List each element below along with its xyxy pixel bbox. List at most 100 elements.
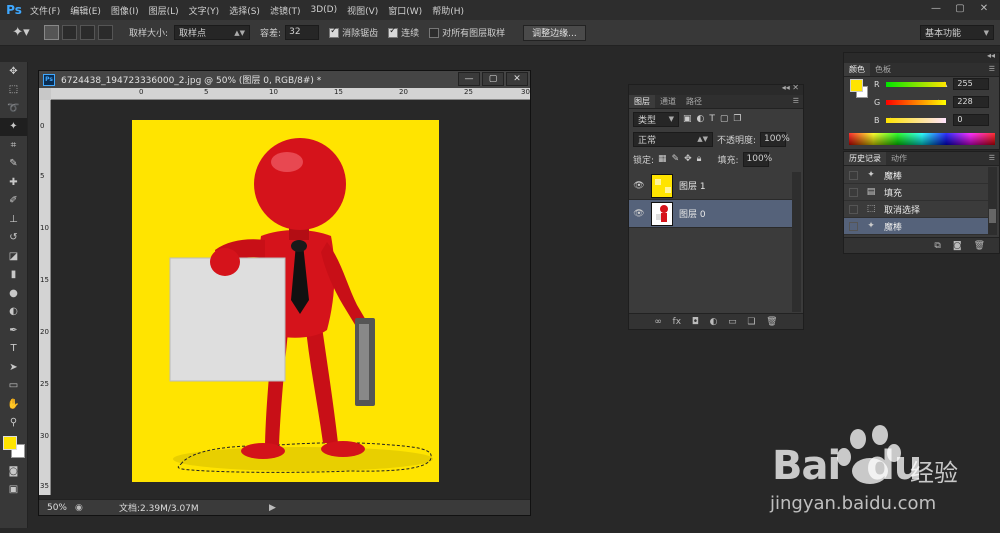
visibility-eye-icon[interactable]: 👁︎ [629,209,649,219]
document-title-bar[interactable]: Ps 6724438_194723336000_2.jpg @ 50% (图层 … [39,71,530,88]
status-options-icon[interactable]: ◉ [75,503,89,513]
rectangle-tool-icon[interactable]: ▭ [0,377,27,396]
menu-3d[interactable]: 3D(D) [305,5,342,15]
magic-wand-tool-icon[interactable]: ✦ [0,117,27,136]
filter-shape-icon[interactable]: ▢ [720,114,729,124]
zoom-tool-icon[interactable]: ⚲ [0,414,27,433]
healing-brush-tool-icon[interactable]: ✚ [0,173,27,192]
collapse-icon[interactable]: ◂◂ [987,51,995,60]
eyedropper-tool-icon[interactable]: ✎ [0,155,27,174]
new-group-icon[interactable]: ▭ [728,317,737,327]
menu-layer[interactable]: 图层(L) [144,4,184,17]
minimize-button[interactable]: — [924,0,948,18]
type-tool-icon[interactable]: T [0,340,27,359]
layer-row-layer-1[interactable]: 👁︎ 图层 1 [629,172,792,200]
new-snapshot-icon[interactable]: ◙ [953,241,962,251]
doc-minimize-button[interactable]: — [458,72,480,86]
horizontal-ruler[interactable]: 0 5 10 15 20 25 30 [51,88,530,100]
tab-swatches[interactable]: 色板 [870,63,896,76]
filter-smart-object-icon[interactable]: ❐ [733,114,741,124]
layer-style-icon[interactable]: fx [673,317,682,327]
lock-all-icon[interactable]: 🔒︎ [697,154,702,164]
fill-input[interactable]: 100% [742,151,772,167]
brush-tool-icon[interactable]: ✐ [0,192,27,211]
lock-pixels-icon[interactable]: ✎ [672,154,680,164]
green-value-input[interactable]: 228 [953,96,990,108]
foreground-color-swatch[interactable] [3,436,17,450]
menu-window[interactable]: 窗口(W) [383,4,427,17]
menu-select[interactable]: 选择(S) [224,4,265,17]
menu-file[interactable]: 文件(F) [25,4,65,17]
green-slider[interactable] [886,99,946,105]
history-snapshot-checkbox[interactable] [849,204,858,214]
red-value-input[interactable]: 255 [953,78,990,90]
move-tool-icon[interactable]: ✥ [0,62,27,81]
tab-paths[interactable]: 路径 [681,95,707,108]
history-brush-tool-icon[interactable]: ↺ [0,229,27,248]
filter-adjustment-icon[interactable]: ◐ [697,114,705,124]
color-panel-foreground-swatch[interactable] [850,79,863,92]
dodge-tool-icon[interactable]: ◐ [0,303,27,322]
blend-mode-dropdown[interactable]: 正常 ▲▼ [633,131,713,147]
link-layers-icon[interactable]: ∞ [654,317,662,327]
new-document-from-state-icon[interactable]: ⧉ [934,241,940,251]
history-snapshot-checkbox[interactable] [849,221,858,231]
history-step[interactable]: ⬚ 取消选择 [844,201,990,218]
hand-tool-icon[interactable]: ✋ [0,395,27,414]
panel-menu-icon[interactable]: ☰ [989,154,995,162]
adjustment-layer-icon[interactable]: ◐ [710,317,718,327]
layer-filter-dropdown[interactable]: 类型 ▼ [633,111,679,127]
antialias-option[interactable]: 消除锯齿 [329,26,378,39]
panel-menu-icon[interactable]: ☰ [989,65,995,73]
menu-edit[interactable]: 编辑(E) [65,4,106,17]
blue-value-input[interactable]: 0 [953,114,990,126]
clone-stamp-tool-icon[interactable]: ⊥ [0,210,27,229]
history-step[interactable]: ✦ 魔棒 [844,167,990,184]
layer-row-layer-0[interactable]: 👁︎ 图层 0 [629,200,792,228]
opacity-input[interactable]: 100% [760,131,790,147]
red-slider[interactable] [886,81,946,87]
blue-slider[interactable] [886,117,946,123]
screen-mode-icon[interactable]: ▣ [0,481,27,500]
antialias-checkbox[interactable] [329,26,340,38]
quick-mask-icon[interactable]: ◙ [0,462,27,481]
canvas-area[interactable] [51,100,530,495]
menu-help[interactable]: 帮助(H) [427,4,469,17]
lock-position-icon[interactable]: ✥ [684,154,692,164]
filter-pixel-icon[interactable]: ▣ [683,114,692,124]
tab-color[interactable]: 颜色 [844,63,870,76]
tab-actions[interactable]: 动作 [886,152,912,165]
lasso-tool-icon[interactable]: ➰ [0,99,27,118]
tab-layers[interactable]: 图层 [629,95,655,108]
sample-size-dropdown[interactable]: 取样点 ▲▼ [174,25,251,40]
menu-filter[interactable]: 滤镜(T) [265,4,306,17]
layers-panel-header[interactable]: ◂◂ ✕ [629,83,803,95]
delete-state-icon[interactable]: 🗑︎ [974,241,985,251]
eraser-tool-icon[interactable]: ◪ [0,247,27,266]
path-selection-tool-icon[interactable]: ➤ [0,358,27,377]
contiguous-checkbox[interactable] [388,26,399,38]
tab-channels[interactable]: 通道 [655,95,681,108]
marquee-tool-icon[interactable]: ⬚ [0,81,27,100]
workspace-dropdown[interactable]: 基本功能 ▼ [920,25,994,40]
new-selection-button[interactable] [44,25,59,40]
document-canvas[interactable] [51,100,530,495]
sample-all-layers-checkbox[interactable] [429,27,440,38]
history-snapshot-checkbox[interactable] [849,170,858,180]
history-step[interactable]: ✦ 魔棒 [844,218,990,235]
tolerance-input[interactable]: 32 [285,25,320,40]
contiguous-option[interactable]: 连续 [388,26,419,39]
scrollbar-thumb[interactable] [989,209,996,223]
crop-tool-icon[interactable]: ⌗ [0,136,27,155]
vertical-ruler[interactable]: 0 5 10 15 20 25 30 35 [39,100,51,495]
pen-tool-icon[interactable]: ✒ [0,321,27,340]
status-menu-arrow-icon[interactable]: ▶ [269,503,276,513]
history-step[interactable]: ▤ 填充 [844,184,990,201]
zoom-level[interactable]: 50% [39,503,75,513]
maximize-button[interactable]: ▢ [948,0,972,18]
subtract-selection-button[interactable] [80,25,95,40]
menu-image[interactable]: 图像(I) [106,4,144,17]
add-mask-icon[interactable]: ◘ [692,317,699,327]
delete-layer-icon[interactable]: 🗑︎ [766,317,777,327]
close-button[interactable]: ✕ [972,0,996,18]
